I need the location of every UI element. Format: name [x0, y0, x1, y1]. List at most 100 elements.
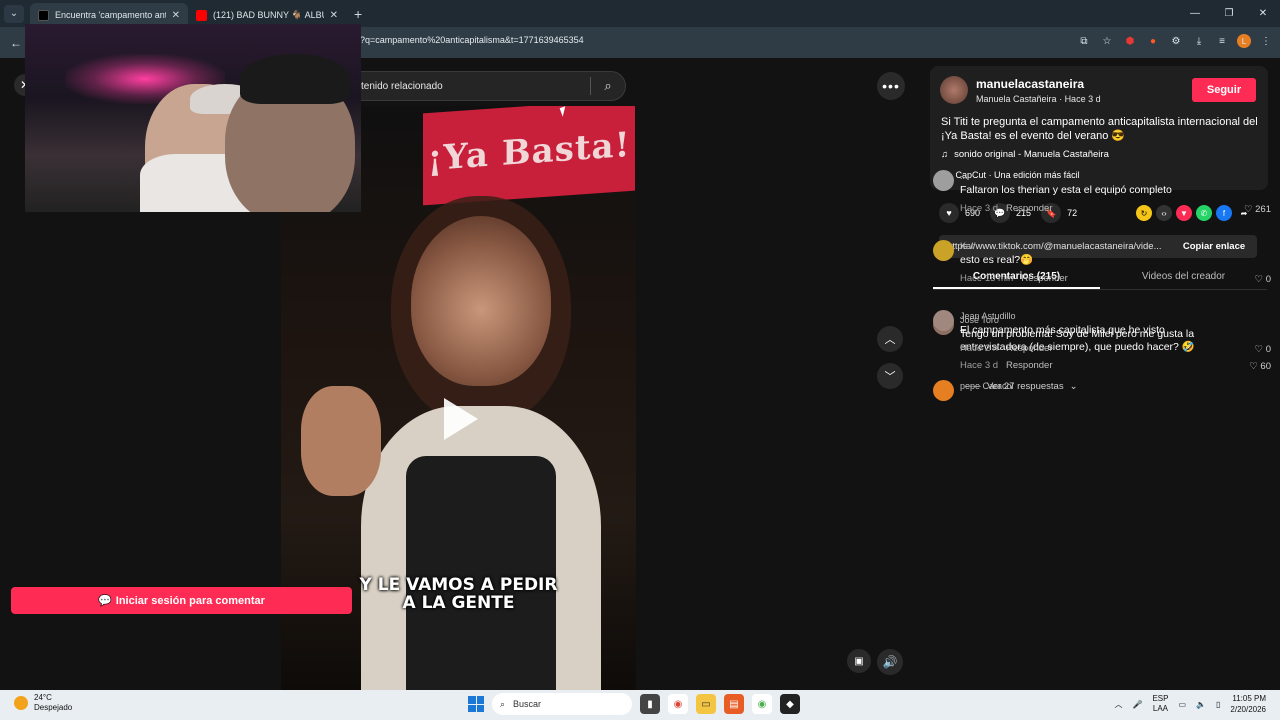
chrome-profile-icon[interactable]: ◉: [752, 694, 772, 714]
login-to-comment-button[interactable]: 💬 Iniciar sesión para comentar: [11, 587, 352, 614]
person-face: [411, 216, 551, 386]
comment-author[interactable]: Jean Astudillo: [960, 311, 1016, 321]
battery-icon[interactable]: ▯: [1216, 700, 1220, 709]
more-options-icon[interactable]: •••: [877, 72, 905, 100]
close-tab-icon[interactable]: ✕: [172, 10, 180, 21]
search-placeholder[interactable]: tenido relacionado: [361, 81, 590, 92]
search-icon: ⌕: [500, 698, 506, 709]
list-item: ... Faltaron los therian y esta el equip…: [933, 159, 1273, 219]
list-item: Jean Astudillo El campamento más capital…: [933, 299, 1273, 359]
url-text[interactable]: ?q=campamento%20anticapitalisma&t=177163…: [360, 35, 584, 45]
clock-date: 2/20/2026: [1230, 705, 1266, 714]
comment-like[interactable]: ♡ 0: [1255, 274, 1271, 285]
avatar[interactable]: [933, 170, 954, 191]
new-tab-button[interactable]: +: [354, 6, 362, 22]
comment-time: Hace 2 h: [960, 343, 999, 354]
person-hand: [301, 386, 381, 496]
bookmark-star-icon[interactable]: ☆: [1099, 33, 1115, 49]
weather-text: 24°C Despejado: [34, 693, 72, 713]
comment-meta: Hace 2 h Responder: [960, 343, 1053, 354]
microphone-icon[interactable]: 🎤: [1132, 700, 1142, 709]
post-time: Hace 3 d: [1064, 94, 1101, 104]
extension-red-icon[interactable]: ⬢: [1122, 33, 1138, 49]
taskbar-apps: ⌕ Buscar ▮ ◉ ▭ ▤ ◉ ◆: [468, 693, 800, 715]
youtube-favicon-icon: [196, 9, 207, 21]
list-item: Kar esto es real?🤭 Hace 15 min Responder …: [933, 229, 1273, 289]
avatar[interactable]: [933, 240, 954, 261]
search-icon[interactable]: ⌕: [591, 78, 625, 94]
weather-widget[interactable]: 24°C Despejado: [14, 693, 72, 713]
close-tab-icon[interactable]: ✕: [330, 10, 338, 21]
minimize-icon[interactable]: —: [1178, 0, 1212, 27]
weather-temp: 24°C: [34, 693, 52, 702]
list-item: pepe Caracol: [933, 369, 1273, 401]
lang-layout: LAA: [1152, 704, 1169, 713]
avatar[interactable]: [940, 76, 968, 104]
avatar[interactable]: [933, 380, 954, 401]
install-app-icon[interactable]: ⧉: [1076, 33, 1092, 49]
comment-author[interactable]: ...: [960, 171, 968, 181]
browser-tab-bar: ⌄ Encuentra 'campamento antica ✕ (121) B…: [0, 0, 1280, 27]
banner-sign: ¡Ya Basta!: [423, 106, 635, 206]
play-icon[interactable]: [444, 398, 478, 440]
speaker-icon[interactable]: 🔈: [1196, 700, 1206, 709]
profile-avatar[interactable]: L: [1237, 34, 1251, 48]
comment-like[interactable]: ♡ 261: [1244, 204, 1271, 215]
tab-search-button[interactable]: ⌄: [4, 4, 24, 23]
comment-text: El campamento más capitalista que he vis…: [960, 324, 1165, 336]
chevron-up-icon[interactable]: ︿: [877, 326, 903, 352]
reply-button[interactable]: Responder: [1021, 273, 1067, 284]
download-icon[interactable]: ⤓: [1191, 33, 1207, 49]
comment-text: Faltaron los therian y esta el equipó co…: [960, 184, 1172, 196]
windows-start-icon[interactable]: [468, 696, 484, 712]
follow-button[interactable]: Seguir: [1192, 78, 1256, 102]
media-control-icon[interactable]: ≡: [1214, 33, 1230, 49]
clock[interactable]: 11:05 PM 2/20/2026: [1230, 693, 1266, 715]
menu-dots-icon[interactable]: ⋮: [1258, 33, 1274, 49]
banner-text: ¡Ya Basta!: [427, 124, 631, 180]
comment-meta: Hace 15 min Responder: [960, 273, 1068, 284]
author-display-name: Manuela Castañeira: [976, 94, 1057, 104]
lang-code: ESP: [1152, 694, 1169, 703]
extension-fire-icon[interactable]: ●: [1145, 33, 1161, 49]
display-icon[interactable]: ▭: [1178, 700, 1186, 709]
taskbar-search[interactable]: ⌕ Buscar: [492, 693, 632, 715]
webcam-overlay: [25, 24, 361, 212]
volume-icon[interactable]: 🔊: [877, 649, 903, 675]
language-indicator[interactable]: ESP LAA: [1152, 694, 1168, 714]
comment-like-count: 0: [1265, 344, 1271, 355]
tab-title: Encuentra 'campamento antica: [55, 10, 166, 20]
picture-in-picture-icon[interactable]: ▣: [847, 649, 871, 673]
taskbar-search-label: Buscar: [513, 699, 542, 709]
restore-icon[interactable]: ❐: [1212, 0, 1246, 27]
comment-like-count: 261: [1255, 204, 1271, 215]
taskbar: 24°C Despejado ⌕ Buscar ▮ ◉ ▭ ▤ ◉ ◆ ︿ 🎤 E…: [0, 690, 1280, 720]
weather-condition: Despejado: [34, 703, 73, 712]
reply-button[interactable]: Responder: [1006, 343, 1052, 354]
chevron-down-icon[interactable]: ﹀: [877, 363, 903, 389]
comment-author[interactable]: Kar: [960, 241, 974, 251]
login-label: Iniciar sesión para comentar: [115, 594, 265, 607]
person-top: [406, 456, 556, 690]
related-search-box[interactable]: tenido relacionado ⌕: [340, 71, 626, 101]
reply-button[interactable]: Responder: [1006, 203, 1052, 214]
app-orange-icon[interactable]: ▤: [724, 694, 744, 714]
comment-text: esto es real?🤭: [960, 254, 1034, 266]
chrome-icon[interactable]: ◉: [668, 694, 688, 714]
comment-time: Hace 15 min: [960, 273, 1014, 284]
webcam-cap-2: [240, 54, 350, 104]
comment-time: Hace 3 d: [960, 203, 999, 214]
file-explorer-icon[interactable]: ▭: [696, 694, 716, 714]
tray-chevron-up-icon[interactable]: ︿: [1114, 699, 1122, 710]
task-view-icon[interactable]: ▮: [640, 694, 660, 714]
close-window-icon[interactable]: ✕: [1246, 0, 1280, 27]
avatar[interactable]: [933, 310, 954, 331]
comment-like[interactable]: ♡ 0: [1255, 344, 1271, 355]
video-person: [301, 196, 611, 690]
app-dark-icon[interactable]: ◆: [780, 694, 800, 714]
author-username[interactable]: manuelacastaneira: [976, 77, 1084, 91]
window-controls: — ❐ ✕: [1178, 0, 1280, 27]
post-description: Si Titi te pregunta el campamento antica…: [941, 116, 1258, 142]
comment-author[interactable]: pepe Caracol: [960, 381, 1014, 391]
extensions-puzzle-icon[interactable]: ⚙: [1168, 33, 1184, 49]
